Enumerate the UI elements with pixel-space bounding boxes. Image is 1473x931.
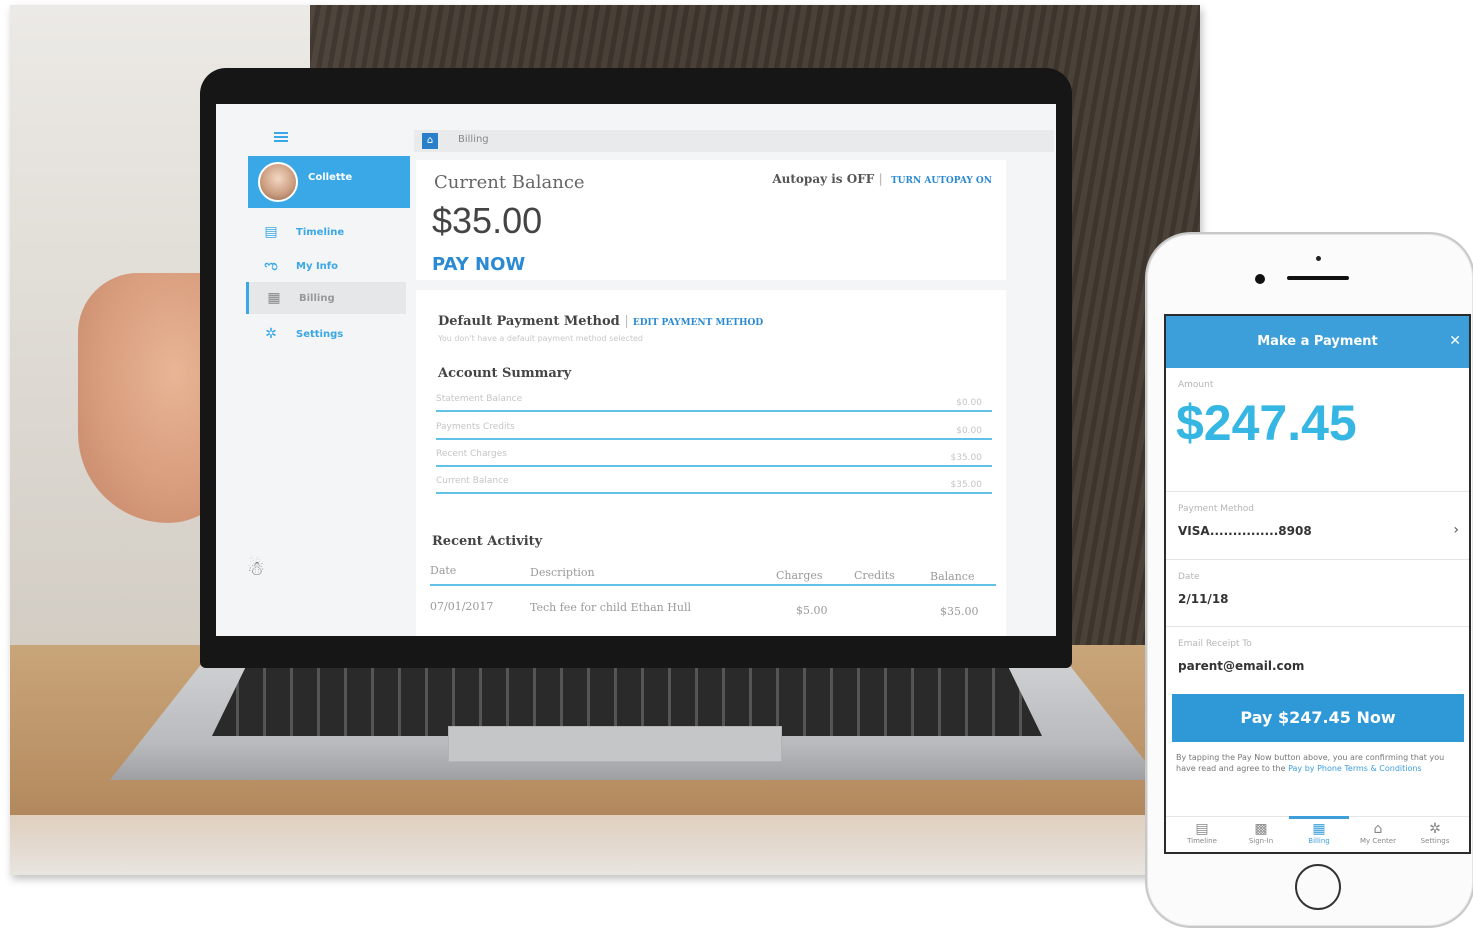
laptop-trackpad [448, 726, 782, 762]
tab-my-center[interactable]: ⌂ My Center [1350, 821, 1406, 845]
chevron-right-icon: › [1453, 522, 1459, 538]
tab-label: Sign-In [1248, 837, 1274, 845]
payment-method-field[interactable]: Payment Method VISA...............8908 › [1166, 492, 1469, 560]
email-value: parent@email.com [1178, 659, 1305, 673]
autopay-status: Autopay is OFF | TURN AUTOPAY ON [772, 172, 992, 186]
brand-logo-icon: ☃ [247, 556, 265, 580]
terms-notice: By tapping the Pay Now button above, you… [1176, 752, 1466, 774]
payment-method-label: Payment Method [1178, 504, 1255, 514]
edit-payment-method-link[interactable]: EDIT PAYMENT METHOD [633, 318, 763, 328]
tab-timeline[interactable]: ▤ Timeline [1174, 821, 1230, 845]
payment-modal-header: Make a Payment ✕ [1166, 316, 1469, 368]
tab-label: Timeline [1187, 837, 1217, 845]
sidebar-item-label: Billing [299, 292, 335, 304]
sidebar-item-label: Settings [296, 328, 344, 340]
gear-icon: ✲ [265, 326, 277, 342]
balance-amount: $35.00 [432, 200, 543, 241]
account-summary-row: Recent Charges $35.00 [436, 445, 992, 467]
email-field[interactable]: Email Receipt To parent@email.com [1166, 627, 1469, 693]
laptop-screen: Collette ▤ Timeline ಌ My Info ▦ Billing … [216, 104, 1056, 636]
gear-icon: ✲ [1429, 821, 1441, 837]
column-header: Date [430, 564, 457, 577]
balance-card: Current Balance $35.00 PAY NOW Autopay i… [416, 160, 1006, 280]
account-summary-row: Current Balance $35.00 [436, 472, 992, 494]
tab-settings[interactable]: ✲ Settings [1407, 821, 1463, 845]
column-header: Description [530, 566, 595, 579]
close-icon[interactable]: ✕ [1449, 333, 1461, 349]
breadcrumb: ⌂ Billing [414, 130, 1054, 152]
pay-now-button[interactable]: Pay $247.45 Now [1172, 694, 1464, 742]
building-icon: ⌂ [1373, 821, 1383, 837]
marketing-composite: Collette ▤ Timeline ಌ My Info ▦ Billing … [0, 0, 1473, 931]
bottom-tab-bar: ▤ Timeline ▩ Sign-In ▦ Billing ⌂ My Cent… [1166, 816, 1469, 852]
user-name: Collette [308, 172, 353, 183]
account-summary-row: Payments Credits $0.00 [436, 418, 992, 440]
account-summary-title: Account Summary [438, 366, 572, 381]
column-header: Balance [930, 570, 975, 583]
tab-label: My Center [1360, 837, 1396, 845]
tab-label: Billing [1308, 837, 1330, 845]
autopay-status-text: Autopay is OFF [772, 172, 875, 186]
payment-amount: $247.45 [1176, 395, 1357, 451]
breadcrumb-current: Billing [458, 134, 489, 145]
phone-home-button[interactable] [1295, 864, 1341, 910]
terms-link[interactable]: Pay by Phone Terms & Conditions [1288, 764, 1422, 773]
account-summary-row: Statement Balance $0.00 [436, 390, 992, 412]
payment-method-value: VISA...............8908 [1178, 524, 1312, 538]
balance-label: Current Balance [434, 172, 585, 193]
sidebar-item-timeline[interactable]: ▤ Timeline [246, 216, 406, 248]
tab-sign-in[interactable]: ▩ Sign-In [1233, 821, 1289, 845]
phone-sensor [1316, 256, 1321, 261]
column-header: Credits [854, 569, 895, 582]
activity-table-header: Date Description Charges Credits Balance [430, 558, 996, 586]
payment-modal-title: Make a Payment [1257, 334, 1378, 349]
billing-icon: ▦ [267, 290, 281, 306]
timeline-icon: ▤ [264, 224, 278, 240]
column-header: Charges [776, 569, 823, 582]
hamburger-menu-icon[interactable] [274, 132, 288, 142]
paper-sheet [10, 815, 1200, 875]
sidebar-item-settings[interactable]: ✲ Settings [246, 318, 406, 350]
sidebar-item-label: Timeline [296, 226, 345, 238]
date-field[interactable]: Date 2/11/18 [1166, 560, 1469, 627]
sidebar-user-card[interactable]: Collette [248, 156, 410, 208]
email-label: Email Receipt To [1178, 639, 1252, 649]
payment-method-note: You don't have a default payment method … [438, 334, 643, 343]
sidebar-item-label: My Info [296, 260, 339, 272]
recent-activity-title: Recent Activity [432, 534, 543, 549]
billing-icon: ▦ [1312, 821, 1326, 837]
sidebar-item-my-info[interactable]: ಌ My Info [246, 250, 406, 282]
home-icon[interactable]: ⌂ [422, 133, 438, 149]
timeline-icon: ▤ [1195, 821, 1209, 837]
my-info-icon: ಌ [264, 258, 278, 274]
turn-autopay-on-link[interactable]: TURN AUTOPAY ON [891, 176, 992, 186]
sidebar-item-billing[interactable]: ▦ Billing [246, 282, 406, 314]
date-value: 2/11/18 [1178, 592, 1229, 606]
amount-label: Amount [1178, 380, 1214, 390]
avatar [258, 162, 298, 202]
tab-label: Settings [1420, 837, 1450, 845]
phone-speaker [1287, 276, 1349, 280]
tab-billing[interactable]: ▦ Billing [1289, 816, 1349, 845]
qr-code-icon: ▩ [1254, 821, 1268, 837]
table-row[interactable]: 07/01/2017 Tech fee for child Ethan Hull… [430, 594, 996, 622]
phone-screen: Make a Payment ✕ Amount $247.45 Payment … [1164, 314, 1471, 854]
billing-details-card: Default Payment Method | EDIT PAYMENT ME… [416, 290, 1006, 636]
pay-now-link[interactable]: PAY NOW [432, 254, 525, 275]
phone-camera [1255, 274, 1265, 284]
payment-method-title: Default Payment Method | EDIT PAYMENT ME… [438, 314, 764, 329]
date-label: Date [1178, 572, 1200, 582]
